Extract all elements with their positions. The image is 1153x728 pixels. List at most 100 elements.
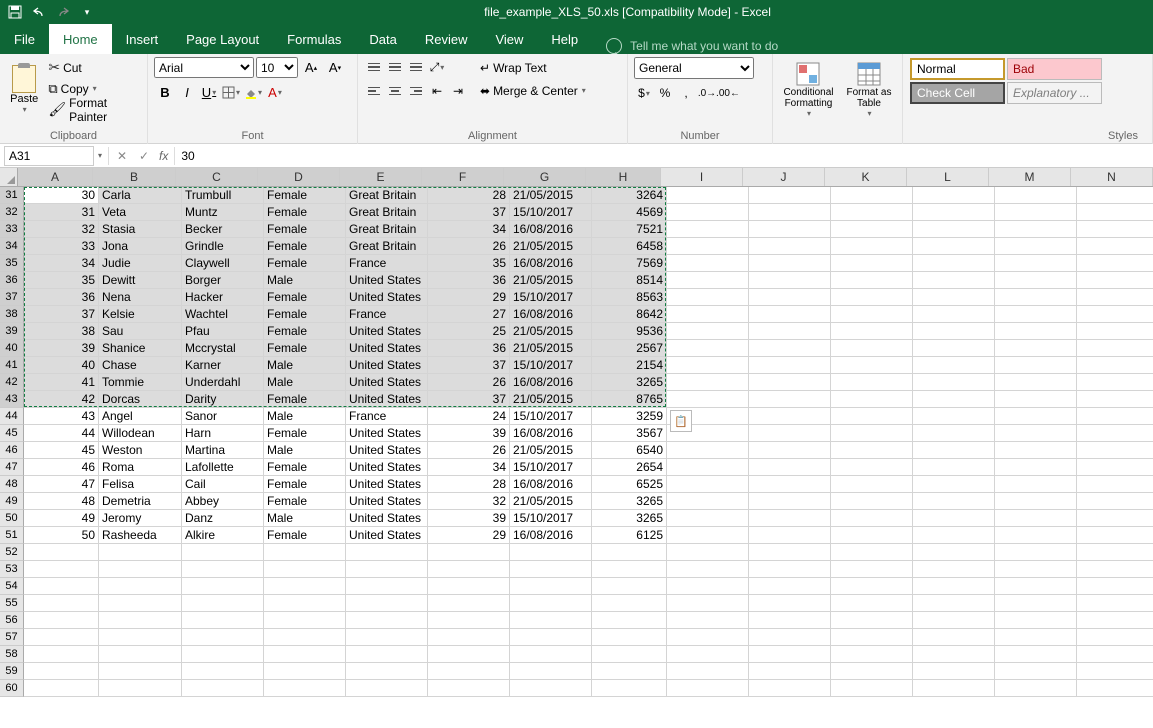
cell[interactable]: 6525 bbox=[592, 476, 667, 493]
cell[interactable] bbox=[346, 561, 428, 578]
cell[interactable] bbox=[24, 595, 99, 612]
cell[interactable]: 32 bbox=[24, 221, 99, 238]
cell[interactable] bbox=[913, 272, 995, 289]
cell[interactable]: United States bbox=[346, 493, 428, 510]
cell[interactable] bbox=[913, 561, 995, 578]
paste-options-button[interactable]: 📋 bbox=[670, 410, 692, 432]
cell[interactable]: Trumbull bbox=[182, 187, 264, 204]
cell[interactable]: 34 bbox=[428, 221, 510, 238]
tab-view[interactable]: View bbox=[481, 24, 537, 54]
cell[interactable] bbox=[182, 612, 264, 629]
cell[interactable] bbox=[831, 680, 913, 697]
cell[interactable] bbox=[913, 629, 995, 646]
cell[interactable]: Female bbox=[264, 289, 346, 306]
cell[interactable] bbox=[24, 561, 99, 578]
cancel-formula-button[interactable]: ✕ bbox=[111, 146, 133, 166]
cell[interactable] bbox=[831, 527, 913, 544]
accounting-format-button[interactable]: $▾ bbox=[634, 83, 654, 103]
cell[interactable]: 25 bbox=[428, 323, 510, 340]
cell[interactable]: Lafollette bbox=[182, 459, 264, 476]
cell[interactable] bbox=[749, 272, 831, 289]
cell[interactable] bbox=[667, 442, 749, 459]
cell[interactable] bbox=[913, 425, 995, 442]
cell[interactable] bbox=[99, 680, 182, 697]
cell[interactable]: 6125 bbox=[592, 527, 667, 544]
cell[interactable] bbox=[1077, 340, 1153, 357]
column-header-B[interactable]: B bbox=[93, 168, 176, 186]
cell[interactable] bbox=[264, 612, 346, 629]
cell[interactable]: Male bbox=[264, 272, 346, 289]
cell[interactable]: United States bbox=[346, 272, 428, 289]
cell[interactable] bbox=[667, 238, 749, 255]
cell[interactable] bbox=[749, 476, 831, 493]
cell[interactable] bbox=[346, 646, 428, 663]
format-as-table-button[interactable]: Format as Table▾ bbox=[842, 57, 896, 122]
decrease-indent-button[interactable]: ⇤ bbox=[427, 81, 447, 101]
cell[interactable]: Grindle bbox=[182, 238, 264, 255]
cell[interactable] bbox=[264, 646, 346, 663]
cell[interactable] bbox=[1077, 476, 1153, 493]
cell[interactable]: Borger bbox=[182, 272, 264, 289]
cell[interactable]: 16/08/2016 bbox=[510, 527, 592, 544]
cell[interactable] bbox=[1077, 459, 1153, 476]
tab-page-layout[interactable]: Page Layout bbox=[172, 24, 273, 54]
row-header[interactable]: 34 bbox=[0, 238, 24, 255]
cell[interactable]: 2154 bbox=[592, 357, 667, 374]
cell[interactable] bbox=[667, 374, 749, 391]
cell[interactable] bbox=[831, 187, 913, 204]
cell[interactable] bbox=[995, 255, 1077, 272]
paste-button[interactable]: Paste ▾ bbox=[6, 57, 42, 122]
cell[interactable] bbox=[995, 187, 1077, 204]
cell[interactable]: France bbox=[346, 255, 428, 272]
cell[interactable] bbox=[913, 595, 995, 612]
cell[interactable] bbox=[913, 527, 995, 544]
cell[interactable]: Wachtel bbox=[182, 306, 264, 323]
cell[interactable] bbox=[749, 357, 831, 374]
row-header[interactable]: 52 bbox=[0, 544, 24, 561]
cell[interactable]: 35 bbox=[428, 255, 510, 272]
cell[interactable] bbox=[831, 408, 913, 425]
cell[interactable] bbox=[592, 629, 667, 646]
row-header[interactable]: 55 bbox=[0, 595, 24, 612]
cell[interactable]: 6540 bbox=[592, 442, 667, 459]
cell[interactable]: 4569 bbox=[592, 204, 667, 221]
tab-formulas[interactable]: Formulas bbox=[273, 24, 355, 54]
cell[interactable] bbox=[667, 187, 749, 204]
row-header[interactable]: 43 bbox=[0, 391, 24, 408]
cell[interactable] bbox=[749, 340, 831, 357]
cell[interactable] bbox=[831, 272, 913, 289]
cell[interactable]: 33 bbox=[24, 238, 99, 255]
cell[interactable]: Female bbox=[264, 340, 346, 357]
cell[interactable] bbox=[1077, 306, 1153, 323]
cell[interactable] bbox=[510, 646, 592, 663]
cell[interactable] bbox=[1077, 408, 1153, 425]
fill-color-button[interactable]: ▾ bbox=[242, 82, 264, 103]
cell[interactable] bbox=[428, 578, 510, 595]
cell[interactable]: Felisa bbox=[99, 476, 182, 493]
merge-center-button[interactable]: ⬌Merge & Center▾ bbox=[478, 80, 588, 101]
cell[interactable]: Male bbox=[264, 357, 346, 374]
cell[interactable] bbox=[913, 289, 995, 306]
cell[interactable] bbox=[913, 646, 995, 663]
cell[interactable]: 16/08/2016 bbox=[510, 255, 592, 272]
cell[interactable]: 16/08/2016 bbox=[510, 476, 592, 493]
cell[interactable] bbox=[831, 323, 913, 340]
cell[interactable] bbox=[1077, 527, 1153, 544]
row-header[interactable]: 50 bbox=[0, 510, 24, 527]
formula-input[interactable] bbox=[177, 146, 1153, 166]
cells-area[interactable]: 📋 30CarlaTrumbullFemaleGreat Britain2821… bbox=[24, 187, 1153, 697]
cell[interactable] bbox=[667, 646, 749, 663]
cell[interactable]: 21/05/2015 bbox=[510, 272, 592, 289]
cell[interactable] bbox=[831, 476, 913, 493]
cell[interactable] bbox=[1077, 561, 1153, 578]
column-header-F[interactable]: F bbox=[422, 168, 504, 186]
cell[interactable]: United States bbox=[346, 391, 428, 408]
cell[interactable] bbox=[182, 595, 264, 612]
cell[interactable]: Chase bbox=[99, 357, 182, 374]
cell[interactable] bbox=[913, 578, 995, 595]
font-color-button[interactable]: A▾ bbox=[264, 82, 286, 103]
cell[interactable] bbox=[182, 680, 264, 697]
row-header[interactable]: 57 bbox=[0, 629, 24, 646]
cell[interactable]: 21/05/2015 bbox=[510, 391, 592, 408]
tab-data[interactable]: Data bbox=[355, 24, 410, 54]
